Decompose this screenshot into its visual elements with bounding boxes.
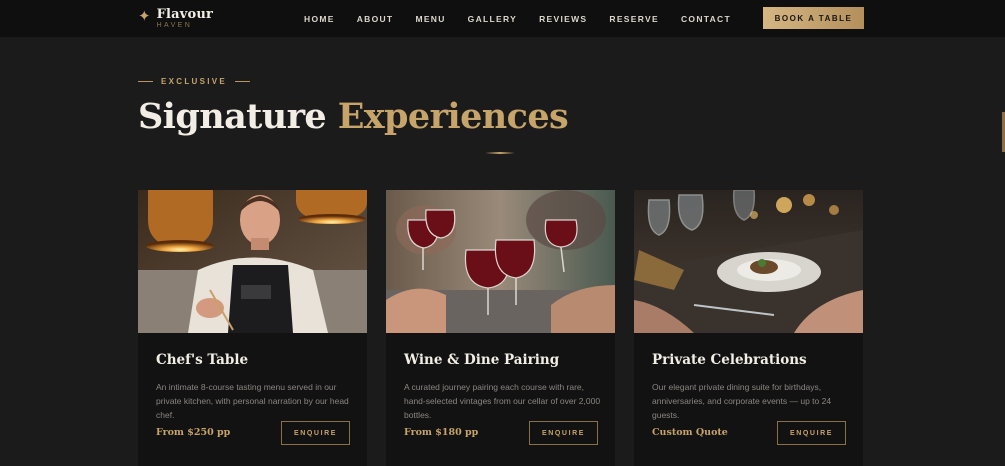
- eyebrow-line-right: [235, 81, 251, 82]
- card-price: From $250 pp: [156, 427, 231, 438]
- brand-name: Flavour: [156, 7, 214, 22]
- eyebrow-label: EXCLUSIVE: [161, 77, 228, 86]
- brand-wordmark: Flavour HAVEN: [157, 7, 214, 30]
- top-navbar: ✦ Flavour HAVEN HOME ABOUT MENU GALLERY …: [0, 0, 1005, 37]
- wine-toast-photo: [386, 190, 615, 333]
- nav-about[interactable]: ABOUT: [357, 14, 394, 24]
- experience-card-chefs-table: Chef's Table An intimate 8-course tastin…: [138, 190, 367, 466]
- nav-gallery[interactable]: GALLERY: [468, 14, 517, 24]
- nav-reviews[interactable]: REVIEWS: [539, 14, 587, 24]
- enquire-button[interactable]: ENQUIRE: [777, 421, 846, 445]
- book-table-button[interactable]: BOOK A TABLE: [763, 7, 864, 29]
- enquire-button[interactable]: ENQUIRE: [529, 421, 598, 445]
- eyebrow-line-left: [138, 81, 153, 82]
- card-description: An intimate 8-course tasting menu served…: [156, 382, 349, 420]
- nav-home[interactable]: HOME: [304, 14, 335, 24]
- star-icon: ✦: [138, 7, 151, 25]
- card-description: A curated journey pairing each course wi…: [404, 382, 601, 420]
- title-divider: [485, 152, 515, 154]
- experience-card-wine-pairing: Wine & Dine Pairing A curated journey pa…: [386, 190, 615, 466]
- brand-logo[interactable]: ✦ Flavour HAVEN: [138, 7, 213, 30]
- nav-reserve[interactable]: RESERVE: [609, 14, 659, 24]
- section-eyebrow: EXCLUSIVE: [138, 77, 251, 86]
- card-title: Chef's Table: [156, 352, 249, 368]
- card-title: Private Celebrations: [652, 352, 807, 368]
- nav-menu[interactable]: MENU: [415, 14, 445, 24]
- title-main: Signature: [138, 96, 327, 137]
- brand-subname: HAVEN: [156, 22, 193, 29]
- experience-card-private-celebrations: Private Celebrations Our elegant private…: [634, 190, 863, 466]
- card-price: From $180 pp: [404, 427, 479, 438]
- dinner-table-photo: [634, 190, 863, 333]
- card-title: Wine & Dine Pairing: [404, 352, 560, 368]
- main-menu: HOME ABOUT MENU GALLERY REVIEWS RESERVE …: [304, 14, 753, 24]
- nav-contact[interactable]: CONTACT: [681, 14, 731, 24]
- card-description: Our elegant private dining suite for bir…: [652, 382, 832, 420]
- enquire-button[interactable]: ENQUIRE: [281, 421, 350, 445]
- section-title: Signature Experiences: [138, 96, 569, 137]
- chef-cooking-photo: [138, 190, 367, 333]
- title-accent: Experiences: [337, 96, 569, 137]
- card-price: Custom Quote: [652, 427, 728, 438]
